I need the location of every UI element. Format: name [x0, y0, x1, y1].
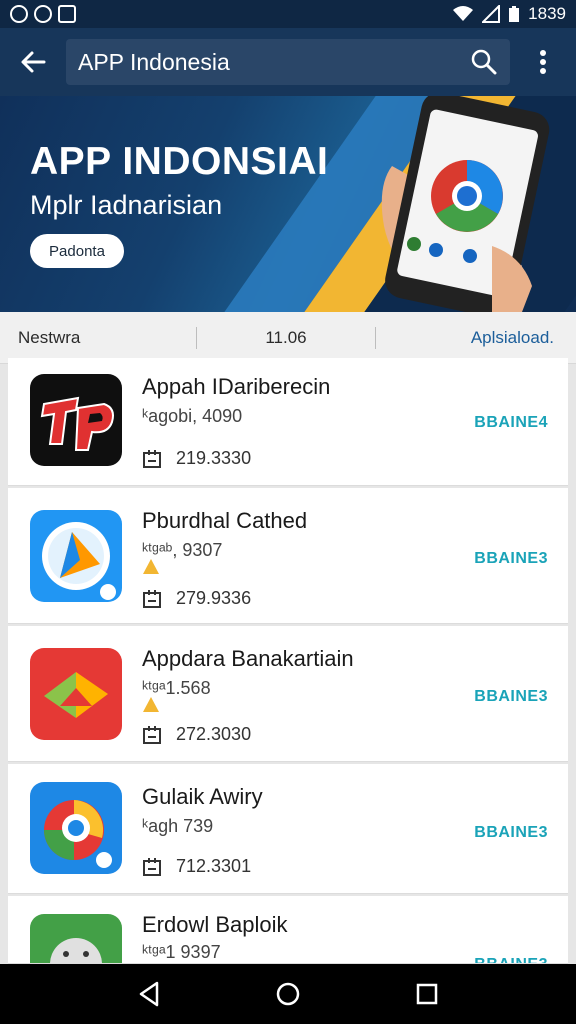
battery-icon	[509, 6, 520, 22]
promo-banner[interactable]: APP INDONSIAI Mplr Iadnarisian Padonta	[0, 96, 576, 312]
search-icon[interactable]	[470, 48, 498, 76]
download-icon	[143, 857, 161, 876]
status-time: 1839	[528, 4, 566, 23]
phone-illustration	[372, 96, 576, 312]
install-button[interactable]: BBAINE3	[474, 956, 548, 963]
nav-back-button[interactable]	[129, 974, 169, 1014]
wifi-icon	[453, 6, 474, 21]
app-bar: APP Indonesia	[0, 28, 576, 96]
status-bar: 1839	[0, 0, 576, 28]
list-item[interactable]: Pburdhal Cathed ᵏᵗᵍᵃᵇ, 9307 279.9336 BBA…	[8, 488, 568, 624]
app-downloads: 279.9336	[176, 588, 252, 608]
search-field[interactable]: APP Indonesia	[66, 39, 510, 85]
tab-version[interactable]: 11.06	[197, 312, 375, 363]
back-button[interactable]	[0, 28, 66, 96]
banner-title: APP INDONSIAI	[30, 140, 329, 183]
search-input[interactable]: APP Indonesia	[78, 49, 470, 76]
install-button[interactable]: BBAINE4	[474, 414, 548, 432]
download-icon	[143, 725, 161, 744]
coin-icon	[143, 697, 159, 712]
android-robot-icon	[30, 914, 122, 963]
tp-logo-icon	[30, 374, 122, 466]
banner-button[interactable]: Padonta	[30, 234, 124, 268]
notification-c-icon	[10, 5, 28, 23]
app-downloads: 219.3330	[176, 448, 252, 468]
app-meta: 272.3030	[142, 724, 251, 745]
play-triangle-icon	[30, 648, 122, 740]
list-item[interactable]: Appah IDariberecin ᵏagobi, 4090 219.3330…	[8, 358, 568, 486]
app-downloads: 712.3301	[176, 856, 252, 876]
compass-arrow-icon	[30, 510, 122, 602]
notification-icons	[10, 5, 76, 23]
install-button[interactable]: BBAINE3	[474, 550, 548, 568]
app-rating: ᵏagh 739	[142, 816, 214, 836]
tab-newest[interactable]: Nestwra	[0, 312, 196, 363]
system-nav-bar	[0, 964, 576, 1024]
app-name: Appdara Banakartiain	[142, 646, 354, 671]
app-meta: 219.3330	[142, 448, 251, 469]
back-triangle-icon	[140, 981, 159, 1007]
list-item[interactable]: Gulaik Awiry ᵏagh 739 712.3301 BBAINE3	[8, 764, 568, 894]
coin-icon	[143, 559, 159, 574]
download-icon	[143, 449, 161, 468]
tab-bar: Nestwra 11.06 Aplsiaload.	[0, 312, 576, 364]
app-name: Gulaik Awiry	[142, 784, 263, 809]
recents-square-icon	[416, 983, 437, 1005]
notification-g-icon	[34, 5, 52, 23]
app-name: Erdowl Baploik	[142, 912, 288, 937]
app-meta: 712.3301	[142, 856, 251, 877]
app-downloads: 272.3030	[176, 724, 252, 744]
app-name: Appah IDariberecin	[142, 374, 331, 399]
tab-download[interactable]: Aplsiaload.	[376, 312, 576, 363]
notification-image-icon	[58, 5, 76, 23]
home-circle-icon	[276, 982, 300, 1006]
more-options-button[interactable]	[510, 28, 576, 96]
signal-icon	[482, 5, 501, 23]
more-vert-icon	[540, 50, 546, 74]
nav-home-button[interactable]	[268, 974, 308, 1014]
download-icon	[143, 589, 161, 608]
app-name: Pburdhal Cathed	[142, 508, 308, 533]
nav-recents-button[interactable]	[407, 974, 447, 1014]
install-button[interactable]: BBAINE3	[474, 824, 548, 842]
list-item[interactable]: Appdara Banakartiain ᵏᵗᵍᵃ1.568 272.3030 …	[8, 626, 568, 762]
banner-subtitle: Mplr Iadnarisian	[30, 190, 223, 220]
app-rating: ᵏᵗᵍᵃ1 9397	[142, 942, 221, 962]
back-arrow-icon	[21, 51, 46, 73]
chrome-bird-icon	[30, 782, 122, 874]
list-item[interactable]: Erdowl Baploik ᵏᵗᵍᵃ1 9397 BBAINE3	[8, 896, 568, 964]
app-meta: 279.9336	[142, 588, 251, 609]
install-button[interactable]: BBAINE3	[474, 688, 548, 706]
app-rating: ᵏagobi, 4090	[142, 406, 243, 426]
